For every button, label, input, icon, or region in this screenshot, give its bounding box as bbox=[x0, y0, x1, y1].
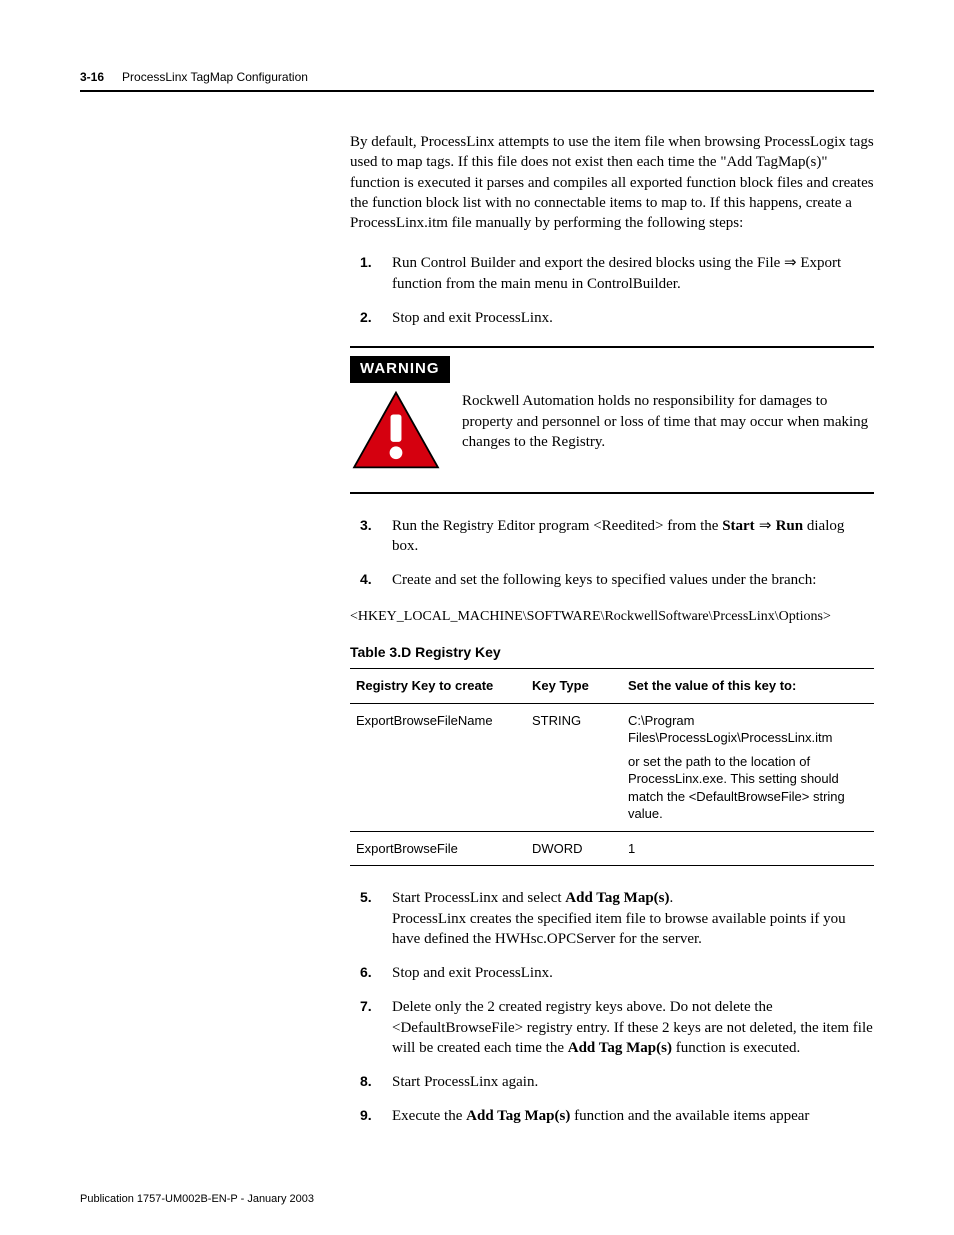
step-number: 2. bbox=[360, 308, 372, 327]
step-text: Start ProcessLinx and select Add Tag Map… bbox=[392, 890, 846, 947]
section-title: ProcessLinx TagMap Configuration bbox=[122, 70, 308, 84]
step-number: 8. bbox=[360, 1072, 372, 1091]
intro-paragraph: By default, ProcessLinx attempts to use … bbox=[350, 132, 874, 233]
list-item: 5. Start ProcessLinx and select Add Tag … bbox=[350, 888, 874, 949]
list-item: 8. Start ProcessLinx again. bbox=[350, 1072, 874, 1092]
warning-icon bbox=[350, 389, 442, 477]
registry-table: Registry Key to create Key Type Set the … bbox=[350, 668, 874, 866]
step-number: 7. bbox=[360, 997, 372, 1016]
step-text: Execute the Add Tag Map(s) function and … bbox=[392, 1108, 809, 1124]
publication-footer: Publication 1757-UM002B-EN-P - January 2… bbox=[80, 1193, 314, 1205]
arrow-icon: ⇒ bbox=[755, 517, 776, 534]
table-row: ExportBrowseFileName STRING C:\Program F… bbox=[350, 703, 874, 831]
header-rule bbox=[80, 90, 874, 92]
list-item: 3. Run the Registry Editor program <Reed… bbox=[350, 516, 874, 557]
steps-list-c: 5. Start ProcessLinx and select Add Tag … bbox=[350, 888, 874, 1126]
warning-label: WARNING bbox=[350, 356, 450, 383]
arrow-icon: ⇒ bbox=[784, 254, 797, 271]
steps-list-b: 3. Run the Registry Editor program <Reed… bbox=[350, 516, 874, 591]
col-header: Registry Key to create bbox=[350, 669, 526, 704]
list-item: 1. Run Control Builder and export the de… bbox=[350, 253, 874, 294]
cell: 1 bbox=[622, 831, 874, 866]
table-caption: Table 3.D Registry Key bbox=[350, 643, 874, 662]
step-number: 9. bbox=[360, 1106, 372, 1125]
warning-box: WARNING Rockwell Automation holds no res… bbox=[350, 346, 874, 494]
step-text: Delete only the 2 created registry keys … bbox=[392, 999, 873, 1056]
step-number: 1. bbox=[360, 253, 372, 272]
list-item: 4. Create and set the following keys to … bbox=[350, 570, 874, 590]
step-text: Run Control Builder and export the desir… bbox=[392, 255, 841, 291]
page-header: 3-16 ProcessLinx TagMap Configuration bbox=[80, 70, 874, 84]
table-row: ExportBrowseFile DWORD 1 bbox=[350, 831, 874, 866]
warning-text: Rockwell Automation holds no responsibil… bbox=[462, 389, 874, 452]
steps-list-a: 1. Run Control Builder and export the de… bbox=[350, 253, 874, 328]
cell: C:\Program Files\ProcessLogix\ProcessLin… bbox=[622, 703, 874, 831]
step-number: 4. bbox=[360, 570, 372, 589]
step-number: 3. bbox=[360, 516, 372, 535]
col-header: Key Type bbox=[526, 669, 622, 704]
registry-path: <HKEY_LOCAL_MACHINE\SOFTWARE\RockwellSof… bbox=[350, 608, 874, 627]
list-item: 2. Stop and exit ProcessLinx. bbox=[350, 308, 874, 328]
list-item: 9. Execute the Add Tag Map(s) function a… bbox=[350, 1106, 874, 1126]
col-header: Set the value of this key to: bbox=[622, 669, 874, 704]
step-text: Run the Registry Editor program <Reedite… bbox=[392, 518, 844, 554]
cell: ExportBrowseFileName bbox=[350, 703, 526, 831]
list-item: 7. Delete only the 2 created registry ke… bbox=[350, 997, 874, 1058]
step-number: 6. bbox=[360, 963, 372, 982]
page-number: 3-16 bbox=[80, 70, 104, 84]
list-item: 6. Stop and exit ProcessLinx. bbox=[350, 963, 874, 983]
content-area: By default, ProcessLinx attempts to use … bbox=[350, 132, 874, 1127]
cell: STRING bbox=[526, 703, 622, 831]
table-header-row: Registry Key to create Key Type Set the … bbox=[350, 669, 874, 704]
step-text: Start ProcessLinx again. bbox=[392, 1074, 538, 1090]
step-number: 5. bbox=[360, 888, 372, 907]
step-text: Stop and exit ProcessLinx. bbox=[392, 310, 553, 326]
cell: DWORD bbox=[526, 831, 622, 866]
step-text: Create and set the following keys to spe… bbox=[392, 572, 816, 588]
cell: ExportBrowseFile bbox=[350, 831, 526, 866]
step-text: Stop and exit ProcessLinx. bbox=[392, 965, 553, 981]
